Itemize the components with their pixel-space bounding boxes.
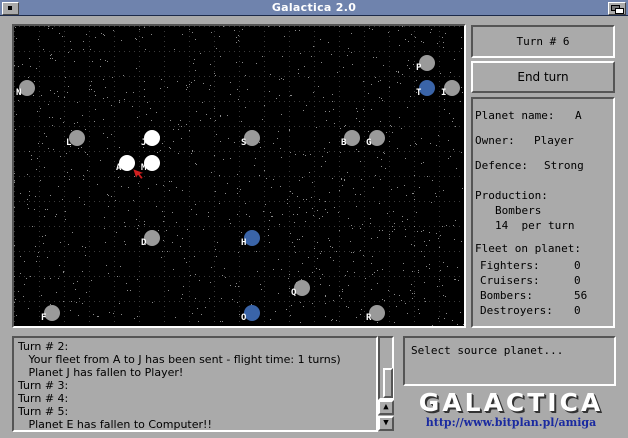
galactica-logo: GALACTICA (418, 388, 604, 417)
turn-display: Turn # 6 (471, 25, 615, 58)
planet-o[interactable]: O (241, 305, 260, 323)
down-arrow-icon[interactable]: ▼ (378, 416, 394, 431)
log-line: Turn # 3: (18, 379, 69, 392)
planet-label: O (241, 313, 247, 323)
planet-label: M (141, 163, 147, 173)
planet-t[interactable]: T (416, 80, 435, 98)
planet-b[interactable]: B (341, 130, 360, 148)
scroll-track[interactable] (378, 336, 394, 400)
planet-n[interactable]: N (16, 80, 35, 98)
planet-name-value: A (575, 109, 582, 122)
defence-value: Strong (544, 159, 584, 172)
cruisers-value: 0 (574, 274, 581, 287)
planet-label: J (141, 138, 146, 148)
bombers-value: 56 (574, 289, 588, 302)
map-canvas[interactable]: PNTILJSBGAMDHQFORKCE (14, 26, 464, 326)
scroll-thumb[interactable] (383, 368, 393, 398)
planet-label: B (341, 138, 347, 148)
fighters-label: Fighters: (480, 259, 540, 272)
planet-label: Q (291, 288, 297, 298)
planet-i[interactable]: I (441, 80, 460, 98)
log-line: Turn # 5: (18, 405, 69, 418)
turn-counter: Turn # 6 (516, 35, 570, 48)
log-line: Turn # 4: (18, 392, 69, 405)
website-link[interactable]: http://www.bitplan.pl/amiga (404, 416, 618, 430)
planet-label: T (416, 88, 422, 98)
planet-h[interactable]: H (241, 230, 260, 248)
planet-label: A (116, 163, 122, 173)
fleet-label: Fleet on planet: (475, 242, 581, 255)
production-value: Bombers (495, 204, 542, 217)
fighters-value: 0 (574, 259, 581, 272)
planet-l[interactable]: L (66, 130, 85, 148)
log-scrollbar[interactable]: ▲ ▼ (378, 336, 394, 432)
log-line: Planet J has fallen to Player! (18, 366, 184, 379)
production-rate: 14 per turn (495, 219, 575, 232)
planet-label: S (241, 138, 246, 148)
planet-name-label: Planet name: (475, 109, 555, 122)
destroyers-value: 0 (574, 304, 581, 317)
log-line: Your fleet from A to J has been sent - f… (18, 353, 341, 366)
planet-d[interactable]: D (141, 230, 160, 248)
planet-label: P (416, 63, 422, 73)
planet-label: D (141, 238, 147, 248)
defence-label: Defence: (475, 159, 528, 172)
cruisers-label: Cruisers: (480, 274, 540, 287)
planet-label: R (366, 313, 372, 323)
message-log[interactable]: Turn # 2: Your fleet from A to J has bee… (12, 336, 378, 432)
destroyers-label: Destroyers: (480, 304, 553, 317)
planet-label: F (41, 313, 46, 323)
planet-label: H (241, 238, 246, 248)
title-bar[interactable]: Galactica 2.0 (0, 0, 628, 16)
bombers-label: Bombers: (480, 289, 533, 302)
window-title: Galactica 2.0 (271, 1, 357, 14)
planet-r[interactable]: R (366, 305, 385, 323)
log-line: Turn # 2: (18, 340, 69, 353)
depth-gadget-icon[interactable] (608, 2, 626, 15)
planet-label: G (366, 138, 371, 148)
planet-q[interactable]: Q (291, 280, 310, 298)
planet-f[interactable]: F (41, 305, 60, 323)
planet-j[interactable]: J (141, 130, 160, 148)
owner-value: Player (534, 134, 574, 147)
galaxy-map[interactable]: PNTILJSBGAMDHQFORKCE (12, 24, 466, 328)
planet-info-panel: Planet name: A Owner: Player Defence: St… (471, 97, 615, 328)
planet-p[interactable]: P (416, 55, 435, 73)
log-line: Planet E has fallen to Computer!! (18, 418, 212, 431)
planet-label: L (66, 138, 72, 148)
end-turn-button[interactable]: End turn (471, 61, 615, 93)
status-box: Select source planet... (403, 336, 616, 386)
up-arrow-icon[interactable]: ▲ (378, 400, 394, 415)
planet-g[interactable]: G (366, 130, 385, 148)
production-label: Production: (475, 189, 548, 202)
planet-s[interactable]: S (241, 130, 260, 148)
owner-label: Owner: (475, 134, 515, 147)
status-text: Select source planet... (411, 344, 564, 357)
planet-label: I (441, 88, 446, 98)
planet-label: N (16, 88, 21, 98)
planet-m[interactable]: M (141, 155, 160, 173)
planet-a[interactable]: A (116, 155, 135, 173)
